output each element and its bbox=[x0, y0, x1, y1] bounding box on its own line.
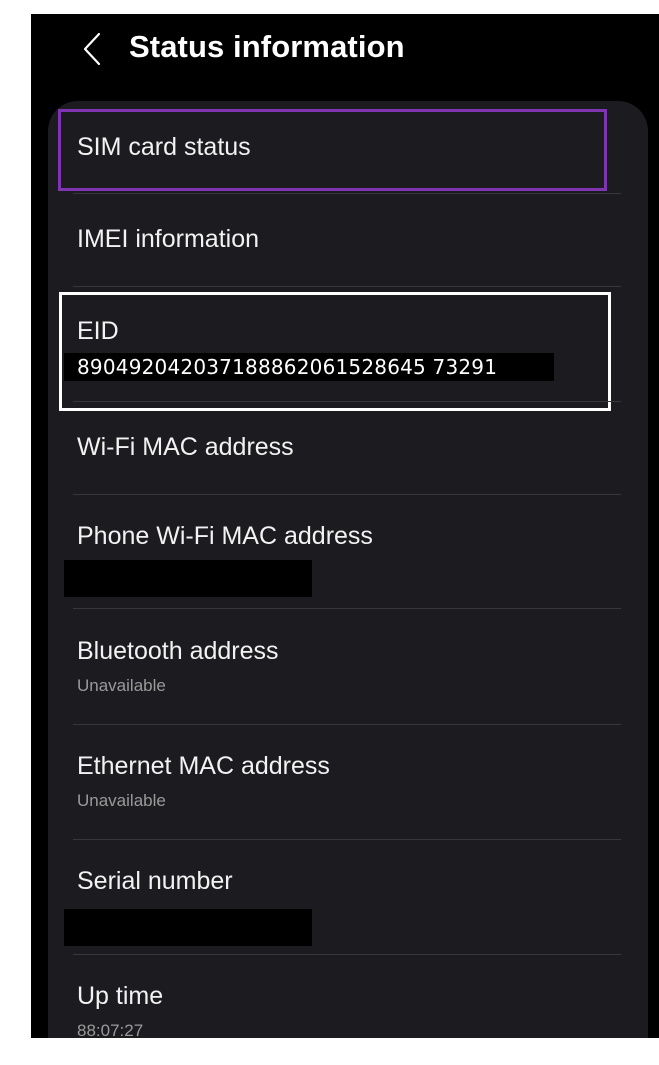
up-time-value: 88:07:27 bbox=[77, 1021, 144, 1038]
screen: Status information SIM card status IMEI … bbox=[31, 14, 659, 1038]
list-item-imei-information[interactable]: IMEI information bbox=[48, 194, 648, 286]
redacted-value bbox=[64, 560, 312, 597]
list-item-ethernet-mac-address[interactable]: Ethernet MAC address Unavailable bbox=[48, 725, 648, 839]
serial-number-label: Serial number bbox=[77, 867, 233, 895]
imei-information-label: IMEI information bbox=[77, 225, 260, 253]
eid-value: 890492042037188862061528645 73291 bbox=[64, 353, 554, 381]
up-time-label: Up time bbox=[77, 982, 164, 1010]
page-title: Status information bbox=[129, 29, 405, 64]
list-item-bluetooth-address[interactable]: Bluetooth address Unavailable bbox=[48, 609, 648, 724]
list-item-eid[interactable]: EID bbox=[48, 287, 648, 401]
ethernet-mac-address-value: Unavailable bbox=[77, 791, 166, 810]
bluetooth-address-value: Unavailable bbox=[77, 676, 166, 695]
eid-label: EID bbox=[77, 317, 119, 345]
back-button[interactable] bbox=[75, 28, 109, 70]
app-bar: Status information bbox=[31, 14, 659, 84]
wifi-mac-address-label: Wi-Fi MAC address bbox=[77, 433, 294, 461]
chevron-left-icon bbox=[83, 32, 101, 66]
list-item-wifi-mac-address[interactable]: Wi-Fi MAC address bbox=[48, 402, 648, 494]
list-item-sim-card-status[interactable]: SIM card status bbox=[48, 101, 648, 193]
redacted-value bbox=[64, 909, 312, 946]
sim-card-status-label: SIM card status bbox=[77, 133, 251, 161]
bluetooth-address-label: Bluetooth address bbox=[77, 637, 279, 665]
ethernet-mac-address-label: Ethernet MAC address bbox=[77, 752, 330, 780]
phone-wifi-mac-address-label: Phone Wi-Fi MAC address bbox=[77, 522, 373, 550]
list-item-up-time[interactable]: Up time 88:07:27 bbox=[48, 955, 648, 1038]
status-list: SIM card status IMEI information EID 890… bbox=[48, 101, 648, 1038]
